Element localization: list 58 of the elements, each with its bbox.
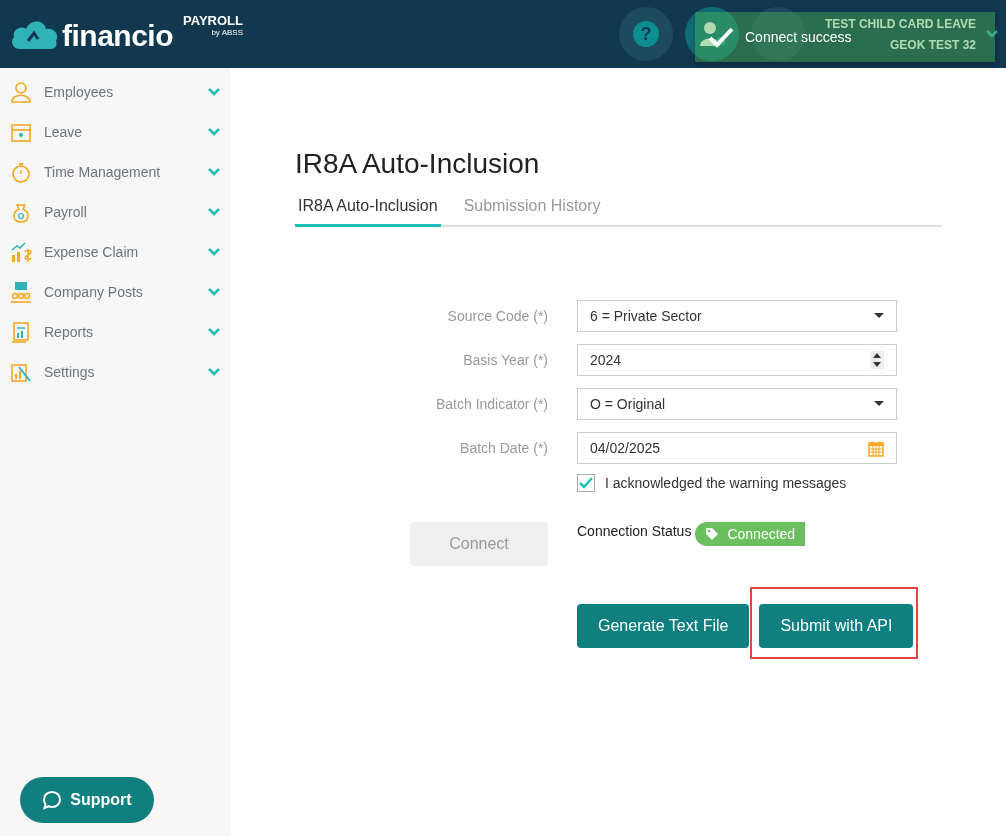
chevron-down-icon xyxy=(208,288,220,296)
spinner-arrows-icon[interactable] xyxy=(870,351,884,369)
chevron-down-icon xyxy=(208,328,220,336)
account-user: GEOK TEST 32 xyxy=(889,37,976,52)
status-badge: Connected xyxy=(695,522,806,546)
chevron-down-icon xyxy=(208,368,220,376)
checkbox-label: I acknowledged the warning messages xyxy=(605,475,847,491)
sidebar-item[interactable]: Expense Claim xyxy=(0,232,230,272)
user-gear-icon xyxy=(697,20,726,48)
checkbox[interactable] xyxy=(577,474,595,492)
chevron-down-icon xyxy=(208,128,220,136)
check-icon xyxy=(707,26,735,48)
page-title: IR8A Auto-Inclusion xyxy=(295,148,541,181)
field-label: Basis Year (*) xyxy=(462,352,548,368)
person-icon xyxy=(10,81,32,103)
status-label: Connection Status xyxy=(577,523,692,539)
sidebar-item[interactable]: Leave xyxy=(0,112,230,152)
product-name: PAYROLL xyxy=(183,13,243,28)
chart-wand-icon xyxy=(10,361,32,383)
chart-dollar-icon xyxy=(10,241,32,263)
stopwatch-icon xyxy=(10,161,32,183)
chevron-down-icon xyxy=(208,208,220,216)
chevron-down-icon xyxy=(208,168,220,176)
number-field[interactable]: 2024 xyxy=(577,344,897,376)
logo-text: financio xyxy=(62,19,173,53)
dropdown-field[interactable]: O = Original xyxy=(577,388,897,420)
user-settings-button[interactable] xyxy=(684,7,739,61)
vendor-name: by ABSS xyxy=(211,28,243,37)
field-label: Source Code (*) xyxy=(446,308,548,324)
tab[interactable]: IR8A Auto-Inclusion xyxy=(295,197,441,227)
sidebar-item[interactable]: Settings xyxy=(0,352,230,392)
chevron-down-icon xyxy=(208,248,220,256)
toast-message: Connect success xyxy=(745,29,852,45)
account-company: TEST CHILD CARD LEAVE xyxy=(824,16,976,31)
sidebar-item[interactable]: Employees xyxy=(0,72,230,112)
sidebar-item[interactable]: Payroll xyxy=(0,192,230,232)
sidebar-item[interactable]: Reports xyxy=(0,312,230,352)
dropdown-field[interactable]: 6 = Private Sector xyxy=(577,300,897,332)
report-icon xyxy=(10,321,32,343)
calendar-icon xyxy=(10,121,32,143)
sidebar-item[interactable]: Company Posts xyxy=(0,272,230,312)
chat-bubble-icon xyxy=(42,790,63,810)
people-icon xyxy=(10,281,32,303)
tag-icon xyxy=(705,527,720,541)
action-button[interactable]: Generate Text File xyxy=(577,604,750,648)
help-button[interactable]: ? xyxy=(618,7,673,61)
field-label: Batch Date (*) xyxy=(459,440,548,456)
tab[interactable]: Submission History xyxy=(460,197,604,227)
action-button[interactable]: Submit with API xyxy=(759,604,914,648)
chevron-down-icon[interactable] xyxy=(986,30,998,38)
money-bag-icon xyxy=(10,201,32,223)
dropdown-caret-icon xyxy=(874,313,884,319)
sidebar-item[interactable]: Time Management xyxy=(0,152,230,192)
support-button[interactable]: Support xyxy=(20,777,154,823)
field-label: Batch Indicator (*) xyxy=(434,396,548,412)
date-field[interactable]: 04/02/2025 xyxy=(577,432,897,464)
dropdown-caret-icon xyxy=(874,401,884,407)
chevron-down-icon xyxy=(208,88,220,96)
